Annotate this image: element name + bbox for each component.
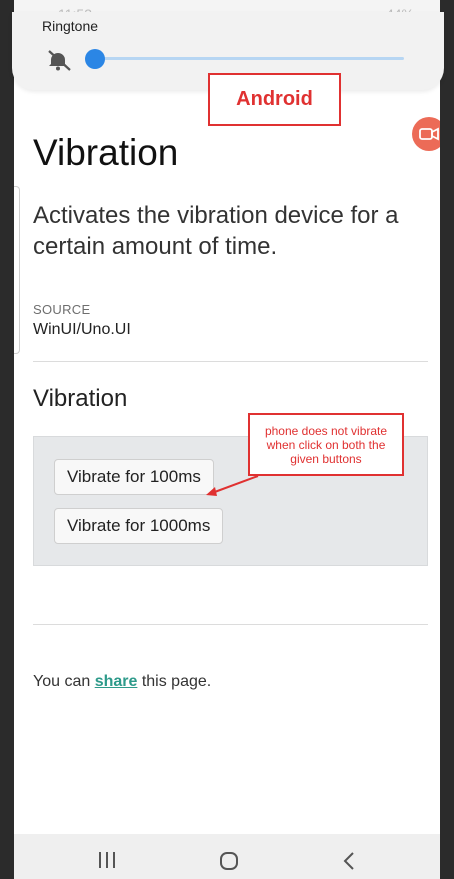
android-annotation: Android <box>208 73 341 126</box>
page-description: Activates the vibration device for a cer… <box>33 202 399 260</box>
home-icon[interactable] <box>219 851 239 871</box>
ringtone-label: Ringtone <box>42 18 99 34</box>
annotation-arrow-icon <box>206 475 259 496</box>
vibrate-1000ms-button[interactable]: Vibrate for 1000ms <box>54 508 224 544</box>
back-icon[interactable] <box>342 851 356 871</box>
share-prefix: You can <box>33 673 95 690</box>
page-title: Vibration <box>33 132 179 173</box>
screen-record-button[interactable] <box>412 117 440 151</box>
edge-panel-handle[interactable] <box>14 186 20 354</box>
share-text: You can share this page. <box>33 673 211 691</box>
divider <box>33 361 428 362</box>
annotation-note: phone does not vibrate when click on bot… <box>248 413 404 476</box>
source-value: WinUI/Uno.UI <box>33 321 131 338</box>
navigation-bar <box>14 834 440 879</box>
video-camera-icon <box>419 127 439 141</box>
volume-slider-track[interactable] <box>94 57 404 60</box>
vibrate-100ms-button[interactable]: Vibrate for 100ms <box>54 459 214 495</box>
share-link[interactable]: share <box>95 673 138 690</box>
recents-icon[interactable] <box>97 851 117 869</box>
ringtone-muted-icon[interactable] <box>46 48 74 72</box>
volume-slider-thumb[interactable] <box>85 49 105 69</box>
divider <box>33 624 428 625</box>
section-title: Vibration <box>33 385 128 412</box>
source-label: SOURCE <box>33 302 91 317</box>
share-suffix: this page. <box>137 673 212 690</box>
